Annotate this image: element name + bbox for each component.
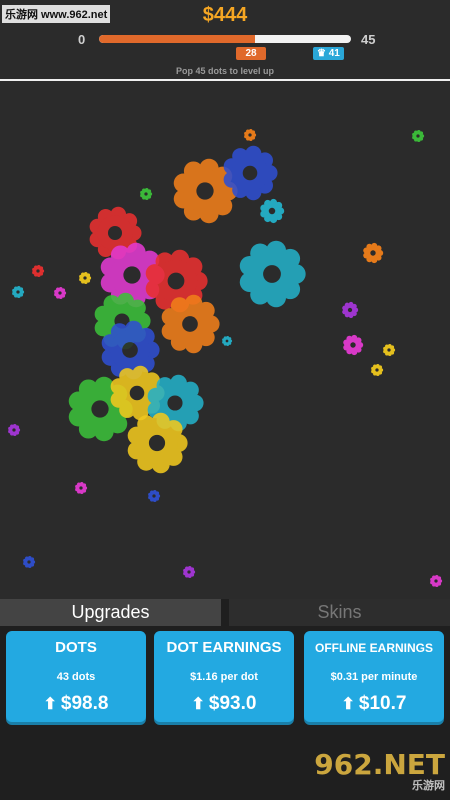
splat-dot-small[interactable] bbox=[260, 198, 285, 224]
splat-canvas[interactable] bbox=[0, 81, 450, 598]
splat-dot-large[interactable] bbox=[127, 412, 188, 474]
splat-dot-small[interactable] bbox=[79, 271, 92, 285]
splat-dot-small[interactable] bbox=[23, 555, 36, 569]
splat-dot-large[interactable] bbox=[239, 240, 306, 308]
watermark: 乐游网 www.962.net bbox=[2, 5, 111, 23]
target-badge: ♛ 41 bbox=[313, 47, 344, 60]
target-badge-value: 41 bbox=[328, 48, 340, 59]
card-price: ⬆ $10.7 bbox=[304, 693, 444, 715]
splat-dot-small[interactable] bbox=[383, 343, 396, 357]
play-area[interactable] bbox=[0, 81, 450, 598]
site-logo: 962.NET 乐游网 bbox=[313, 748, 445, 794]
current-dots-badge: 28 bbox=[236, 47, 266, 60]
card-title: DOT EARNINGS bbox=[166, 639, 282, 656]
card-price: ⬆ $93.0 bbox=[154, 693, 294, 715]
splat-dot-small[interactable] bbox=[12, 285, 25, 299]
up-arrow-icon: ⬆ bbox=[43, 696, 57, 713]
card-price-value: $10.7 bbox=[358, 693, 407, 714]
splat-dot-small[interactable] bbox=[222, 335, 233, 347]
card-price-value: $93.0 bbox=[208, 693, 257, 714]
upgrade-card-dot-earnings[interactable]: DOT EARNINGS $1.16 per dot ⬆ $93.0 bbox=[154, 631, 294, 722]
splat-dot-small[interactable] bbox=[54, 286, 67, 300]
crown-icon: ♛ bbox=[317, 48, 326, 59]
level-progress-fill bbox=[99, 35, 256, 43]
level-end: 45 bbox=[361, 32, 376, 47]
card-subtitle: 43 dots bbox=[56, 671, 96, 683]
upgrade-card-offline-earnings[interactable]: OFFLINE EARNINGS $0.31 per minute ⬆ $10.7 bbox=[304, 631, 444, 722]
splat-dot-small[interactable] bbox=[148, 489, 161, 503]
card-title: DOTS bbox=[55, 639, 97, 656]
splat-dot-small[interactable] bbox=[343, 334, 364, 356]
splat-dot-small[interactable] bbox=[371, 363, 384, 377]
card-price: ⬆ $98.8 bbox=[6, 693, 146, 715]
level-start: 0 bbox=[78, 32, 86, 47]
splat-dot-small[interactable] bbox=[32, 264, 45, 278]
splat-dot-small[interactable] bbox=[430, 574, 443, 588]
level-progress-bar bbox=[99, 35, 351, 43]
splat-dot-small[interactable] bbox=[8, 423, 21, 437]
card-price-value: $98.8 bbox=[60, 693, 109, 714]
splat-dot-small[interactable] bbox=[140, 187, 153, 201]
splat-dot-small[interactable] bbox=[183, 565, 196, 579]
tab-skins[interactable]: Skins bbox=[229, 599, 450, 626]
up-arrow-icon: ⬆ bbox=[341, 696, 355, 713]
splat-dot-small[interactable] bbox=[412, 129, 425, 143]
splat-dot-small[interactable] bbox=[244, 128, 257, 142]
tab-upgrades[interactable]: Upgrades bbox=[0, 599, 221, 626]
upgrade-card-dots[interactable]: DOTS 43 dots ⬆ $98.8 bbox=[6, 631, 146, 722]
card-title: OFFLINE EARNINGS bbox=[314, 641, 433, 655]
level-hint: Pop 45 dots to level up bbox=[175, 66, 274, 76]
splat-dot-small[interactable] bbox=[75, 481, 88, 495]
card-subtitle: $0.31 per minute bbox=[330, 671, 418, 683]
card-subtitle: $1.16 per dot bbox=[190, 671, 258, 683]
up-arrow-icon: ⬆ bbox=[191, 696, 205, 713]
splat-dot-small[interactable] bbox=[342, 301, 359, 319]
splat-dot-small[interactable] bbox=[363, 242, 384, 264]
